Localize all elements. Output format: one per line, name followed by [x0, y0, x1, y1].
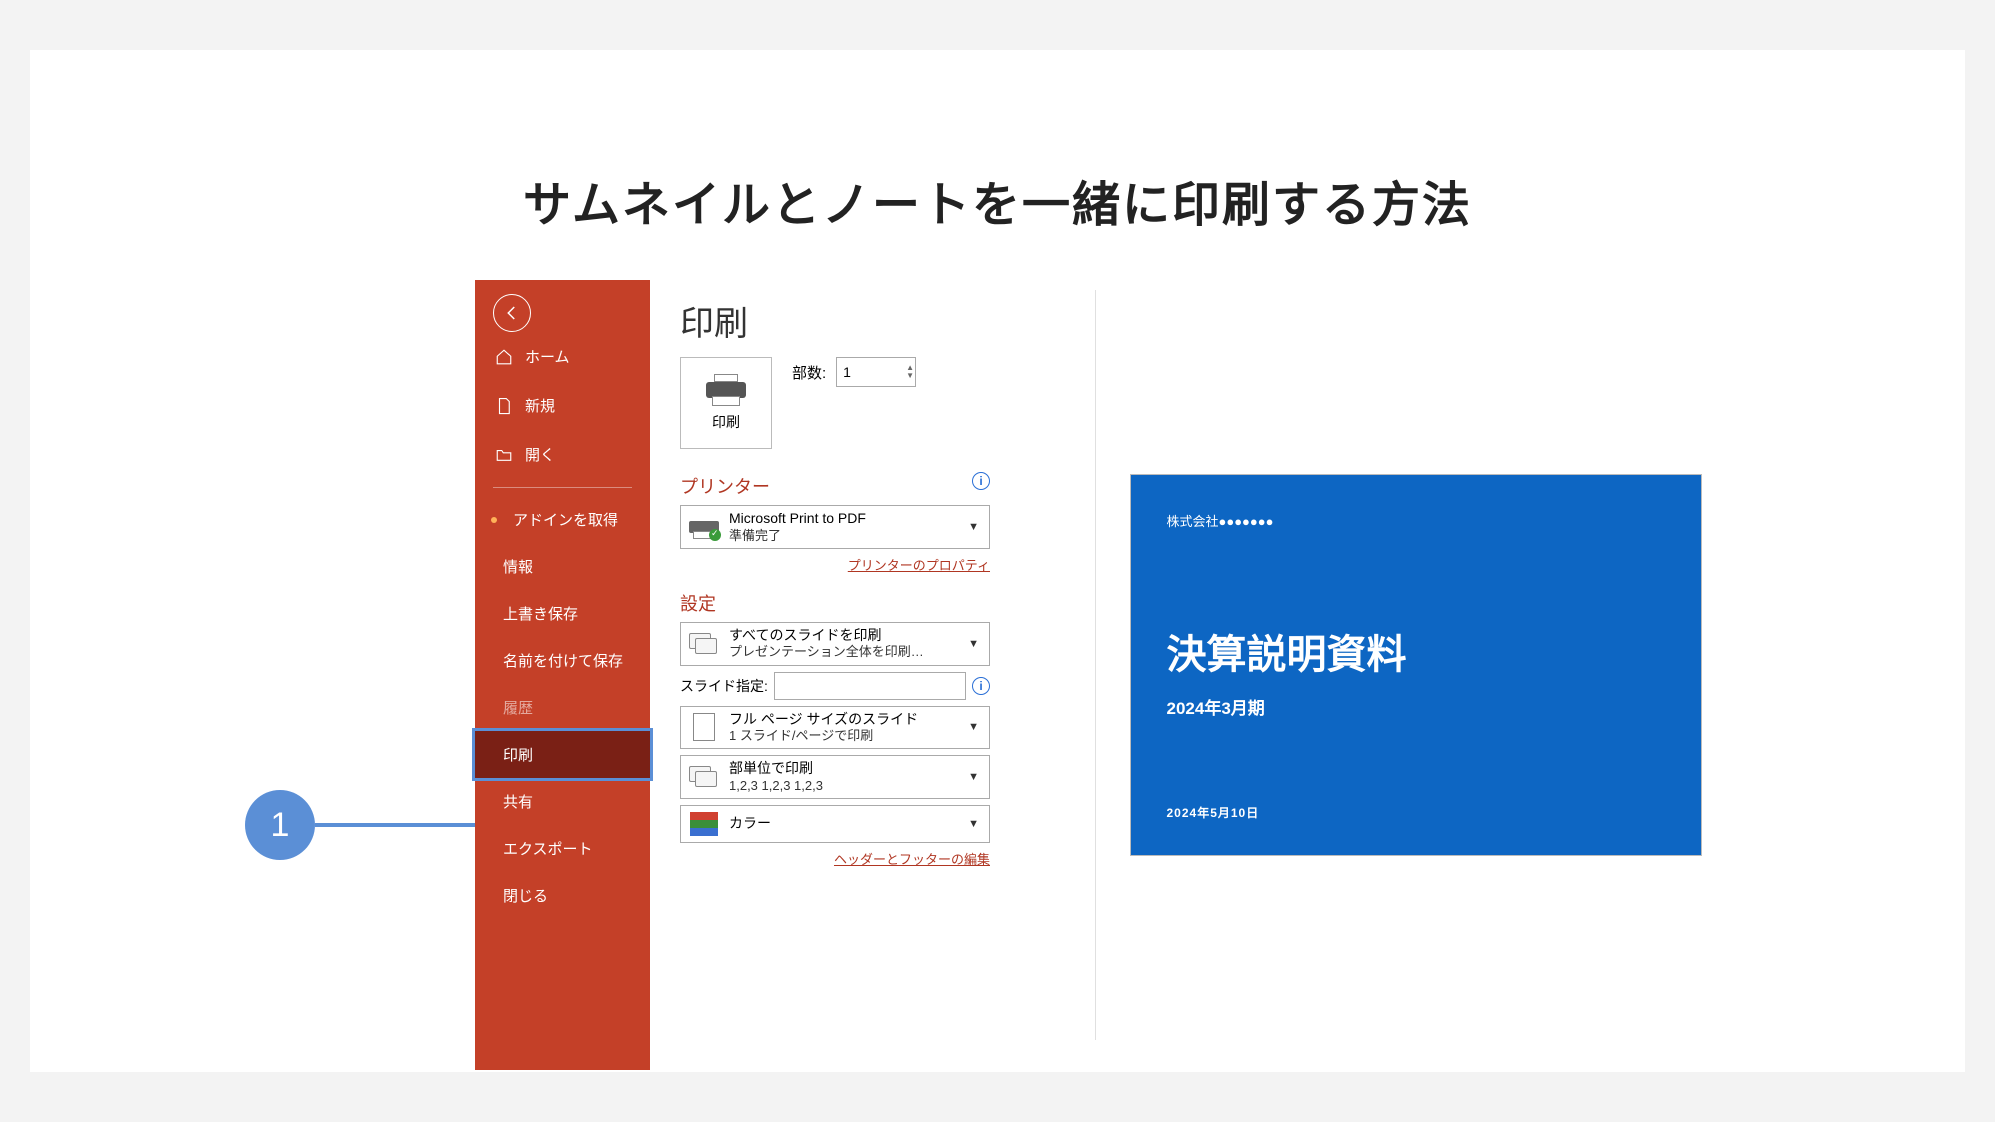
- sidebar-label: 印刷: [503, 744, 533, 765]
- printer-section-header: プリンター: [680, 473, 770, 499]
- collate-icon: [687, 763, 721, 791]
- chevron-down-icon: ▼: [964, 638, 983, 650]
- collate-dropdown[interactable]: 部単位で印刷 1,2,3 1,2,3 1,2,3 ▼: [680, 755, 990, 799]
- powerpoint-backstage: ホーム 新規 開く アドインを取得 情報 上書き保存 名前を付けて保存: [475, 280, 1745, 1070]
- sidebar-label: ホーム: [525, 346, 570, 367]
- print-preview-pane: 株式会社●●●●●●● 決算説明資料 2024年3月期 2024年5月10日: [1095, 290, 1735, 1040]
- sidebar-label: 上書き保存: [503, 603, 578, 624]
- slide-preview: 株式会社●●●●●●● 決算説明資料 2024年3月期 2024年5月10日: [1131, 475, 1701, 855]
- copies-spinner[interactable]: ▲ ▼: [906, 364, 914, 380]
- file-icon: [495, 397, 513, 415]
- printer-ready-icon: [687, 513, 721, 541]
- sidebar-label: エクスポート: [503, 838, 593, 859]
- sidebar-item-print[interactable]: 印刷: [475, 731, 650, 778]
- sidebar-item-export[interactable]: エクスポート: [475, 825, 650, 872]
- printer-icon: [706, 374, 746, 406]
- sidebar-item-addin[interactable]: アドインを取得: [475, 496, 650, 543]
- layout-line2: 1 スライド/ページで印刷: [729, 728, 964, 744]
- back-button[interactable]: [493, 294, 531, 332]
- sidebar-label: 開く: [525, 444, 555, 465]
- callout-number-badge: 1: [245, 790, 315, 860]
- backstage-sidebar: ホーム 新規 開く アドインを取得 情報 上書き保存 名前を付けて保存: [475, 280, 650, 1070]
- sidebar-item-close[interactable]: 閉じる: [475, 872, 650, 919]
- sidebar-item-open[interactable]: 開く: [475, 430, 650, 479]
- print-range-dropdown[interactable]: すべてのスライドを印刷 プレゼンテーション全体を印刷… ▼: [680, 622, 990, 666]
- color-swatch-icon: [687, 810, 721, 838]
- arrow-left-icon: [503, 304, 521, 322]
- sidebar-label: 履歴: [503, 697, 533, 718]
- printer-properties-link[interactable]: プリンターのプロパティ: [680, 555, 990, 574]
- printer-dropdown[interactable]: Microsoft Print to PDF 準備完了 ▼: [680, 505, 990, 549]
- sidebar-item-save[interactable]: 上書き保存: [475, 590, 650, 637]
- sidebar-item-share[interactable]: 共有: [475, 778, 650, 825]
- layout-line1: フル ページ サイズのスライド: [729, 711, 964, 729]
- sidebar-label: 名前を付けて保存: [503, 650, 623, 671]
- slide-period: 2024年3月期: [1167, 694, 1665, 719]
- slide-date: 2024年5月10日: [1167, 804, 1260, 821]
- collate-line1: 部単位で印刷: [729, 760, 964, 778]
- sidebar-divider: [493, 487, 632, 488]
- folder-open-icon: [495, 446, 513, 464]
- layout-dropdown[interactable]: フル ページ サイズのスライド 1 スライド/ページで印刷 ▼: [680, 706, 990, 750]
- color-dropdown[interactable]: カラー ▼: [680, 805, 990, 843]
- sidebar-item-home[interactable]: ホーム: [475, 332, 650, 381]
- home-icon: [495, 348, 513, 366]
- info-icon[interactable]: i: [972, 472, 990, 490]
- chevron-down-icon[interactable]: ▼: [906, 372, 914, 380]
- sidebar-item-saveas[interactable]: 名前を付けて保存: [475, 637, 650, 684]
- page-icon: [687, 713, 721, 741]
- sidebar-label: 閉じる: [503, 885, 548, 906]
- print-button[interactable]: 印刷: [680, 357, 772, 449]
- callout-connector: [315, 823, 480, 827]
- chevron-down-icon: ▼: [964, 818, 983, 830]
- chevron-down-icon: ▼: [964, 771, 983, 783]
- print-panel: 印刷 印刷 部数: ▲ ▼ プリンター: [650, 280, 1745, 1070]
- slide-title: 決算説明資料: [1167, 622, 1665, 680]
- sidebar-label: 共有: [503, 791, 533, 812]
- sidebar-item-new[interactable]: 新規: [475, 381, 650, 430]
- slide-company: 株式会社●●●●●●●: [1167, 511, 1665, 530]
- printer-name: Microsoft Print to PDF: [729, 510, 964, 528]
- print-button-label: 印刷: [712, 412, 740, 432]
- copies-input[interactable]: [836, 357, 916, 387]
- print-range-line2: プレゼンテーション全体を印刷…: [729, 644, 964, 660]
- slide-spec-label: スライド指定:: [680, 676, 768, 696]
- color-label: カラー: [729, 815, 964, 833]
- page-title: サムネイルとノートを一緒に印刷する方法: [30, 165, 1965, 235]
- print-range-line1: すべてのスライドを印刷: [729, 627, 964, 645]
- slides-stack-icon: [687, 630, 721, 658]
- document-canvas: サムネイルとノートを一緒に印刷する方法 1 ホーム 新規 開く: [30, 50, 1965, 1072]
- copies-label: 部数:: [792, 362, 826, 383]
- copies-control: 部数: ▲ ▼: [792, 357, 914, 387]
- sidebar-item-info[interactable]: 情報: [475, 543, 650, 590]
- info-icon[interactable]: i: [972, 677, 990, 695]
- sidebar-label: 情報: [503, 556, 533, 577]
- printer-status: 準備完了: [729, 528, 964, 544]
- chevron-down-icon: ▼: [964, 521, 983, 533]
- collate-line2: 1,2,3 1,2,3 1,2,3: [729, 778, 964, 794]
- sidebar-label: 新規: [525, 395, 555, 416]
- sidebar-label: アドインを取得: [513, 509, 618, 530]
- chevron-down-icon: ▼: [964, 721, 983, 733]
- sidebar-item-history[interactable]: 履歴: [475, 684, 650, 731]
- callout-1: 1: [245, 790, 480, 860]
- header-footer-link[interactable]: ヘッダーとフッターの編集: [680, 849, 990, 868]
- slide-spec-input[interactable]: [774, 672, 966, 700]
